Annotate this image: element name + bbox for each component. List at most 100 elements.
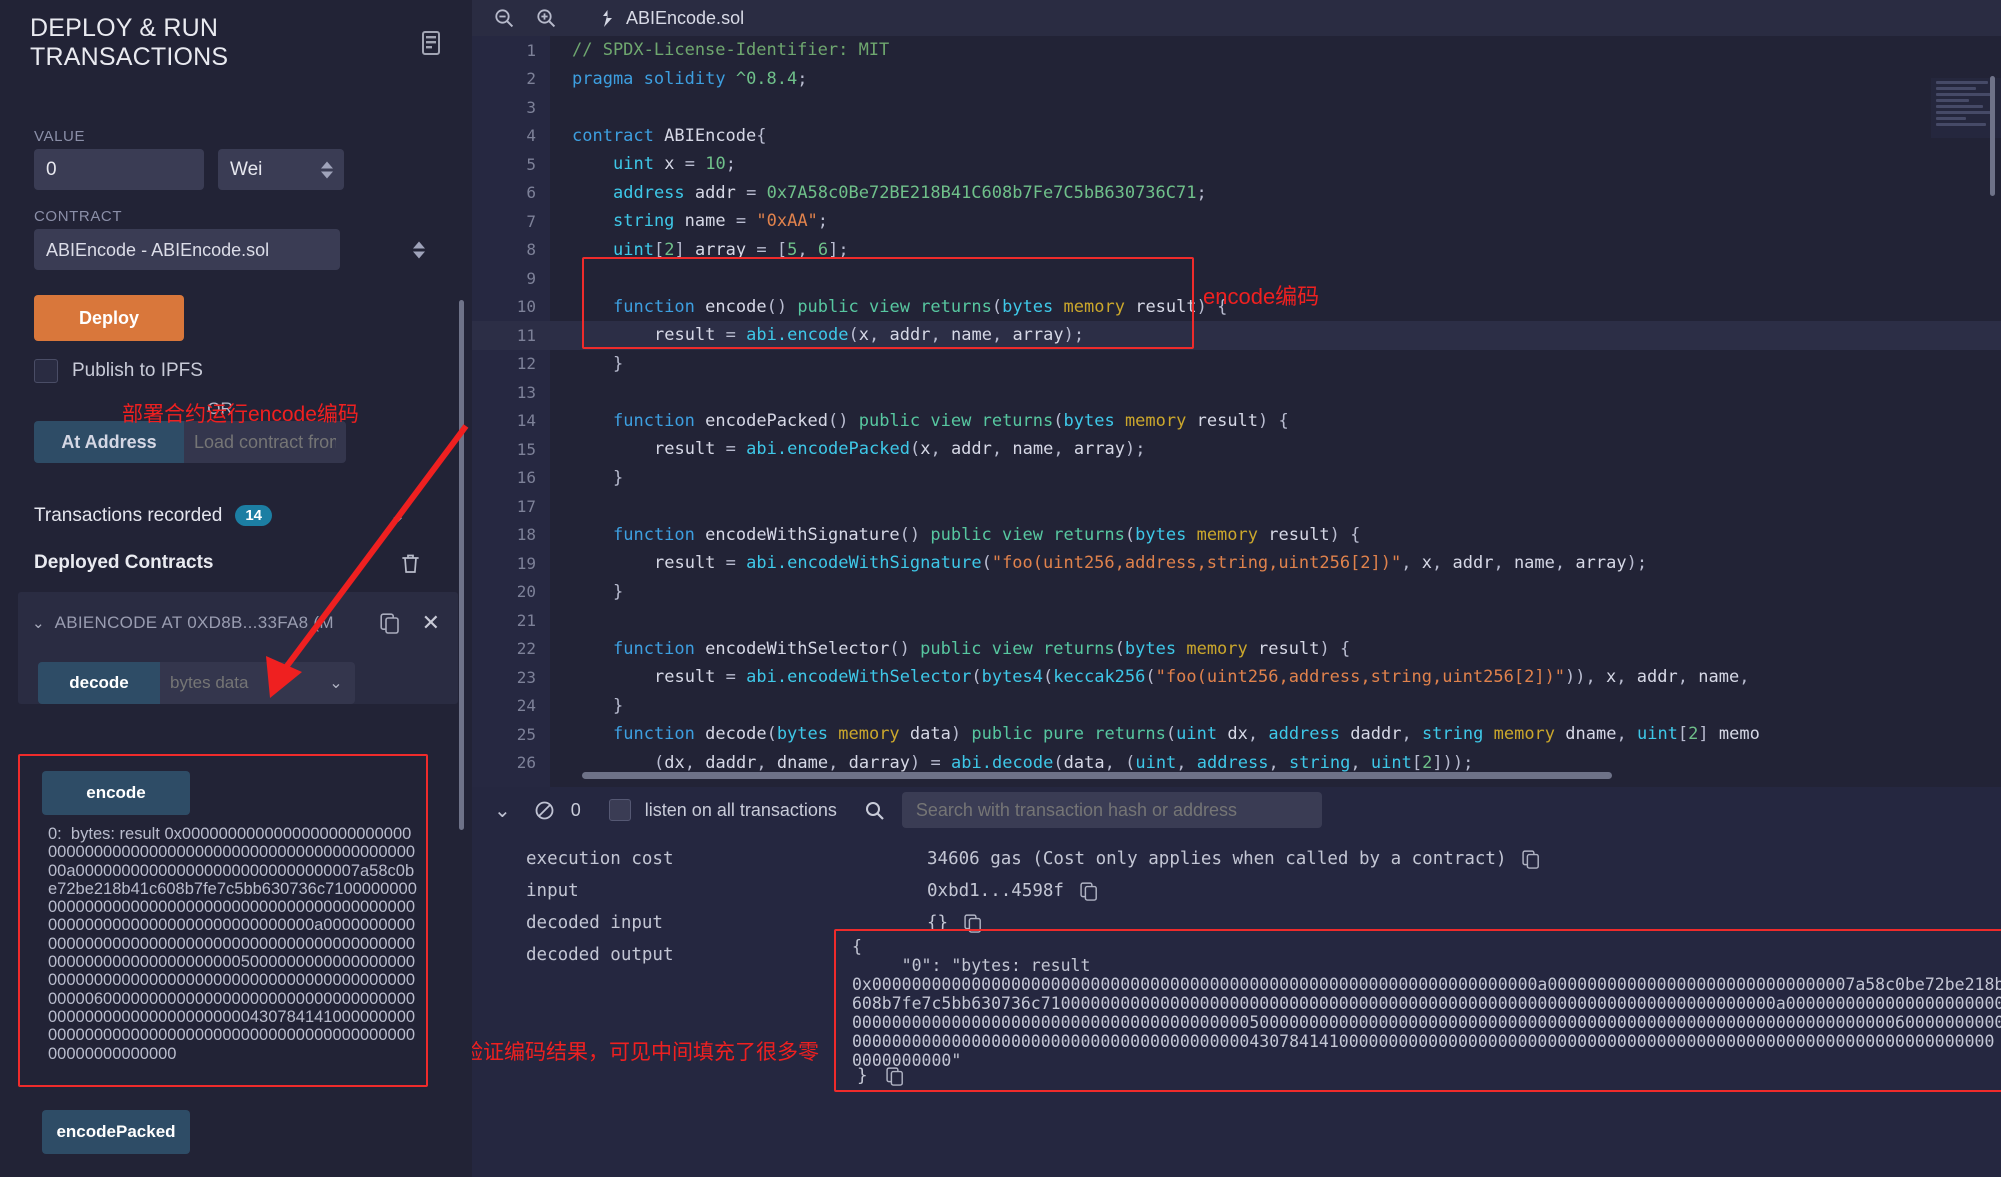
decode-button[interactable]: decode bbox=[38, 662, 160, 704]
code-line[interactable]: 25 function decode(bytes memory data) pu… bbox=[472, 720, 2001, 749]
transaction-detail-row: input0xbd1...4598f bbox=[472, 875, 2001, 907]
line-number: 10 bbox=[472, 297, 550, 316]
listen-all-transactions-checkbox[interactable] bbox=[609, 799, 631, 821]
line-text: } bbox=[550, 468, 623, 488]
value-label: VALUE bbox=[0, 128, 472, 149]
copy-icon[interactable] bbox=[1080, 882, 1098, 901]
editor-horizontal-scrollbar[interactable] bbox=[582, 772, 1612, 779]
code-line[interactable]: 3 bbox=[472, 93, 2001, 122]
line-text: } bbox=[550, 582, 623, 602]
code-line[interactable]: 21 bbox=[472, 606, 2001, 635]
line-text: (dx, daddr, dname, darray) = abi.decode(… bbox=[550, 753, 1473, 773]
code-line[interactable]: 9 bbox=[472, 264, 2001, 293]
tab-abiencode-sol[interactable]: ABIEncode.sol bbox=[600, 8, 744, 29]
publish-ipfs-row[interactable]: Publish to IPFS bbox=[34, 359, 472, 383]
tab-label: ABIEncode.sol bbox=[626, 8, 744, 29]
code-editor[interactable]: 1// SPDX-License-Identifier: MIT2pragma … bbox=[472, 36, 2001, 787]
copy-icon[interactable] bbox=[964, 914, 982, 933]
code-line[interactable]: 22 function encodeWithSelector() public … bbox=[472, 635, 2001, 664]
chevron-down-icon[interactable]: ⌄ bbox=[317, 662, 355, 704]
chevron-double-down-icon[interactable]: ⌄ bbox=[494, 798, 511, 823]
code-line[interactable]: 17 bbox=[472, 492, 2001, 521]
copy-icon[interactable] bbox=[886, 1067, 904, 1086]
code-line[interactable]: 14 function encodePacked() public view r… bbox=[472, 407, 2001, 436]
code-line[interactable]: 11 result = abi.encode(x, addr, name, ar… bbox=[472, 321, 2001, 350]
code-line[interactable]: 8 uint[2] array = [5, 6]; bbox=[472, 236, 2001, 265]
code-line[interactable]: 13 bbox=[472, 378, 2001, 407]
deploy-button[interactable]: Deploy bbox=[34, 295, 184, 341]
encode-packed-button[interactable]: encodePacked bbox=[42, 1110, 190, 1154]
code-line[interactable]: 5 uint x = 10; bbox=[472, 150, 2001, 179]
deployed-contracts-label: Deployed Contracts bbox=[34, 552, 213, 574]
line-text: uint[2] array = [5, 6]; bbox=[550, 240, 849, 260]
code-line[interactable]: 1// SPDX-License-Identifier: MIT bbox=[472, 36, 2001, 65]
code-line[interactable]: 7 string name = "0xAA"; bbox=[472, 207, 2001, 236]
code-lines[interactable]: 1// SPDX-License-Identifier: MIT2pragma … bbox=[472, 36, 2001, 787]
transaction-search-input[interactable] bbox=[902, 792, 1322, 828]
no-entry-icon[interactable] bbox=[535, 801, 554, 820]
code-line[interactable]: 4contract ABIEncode{ bbox=[472, 122, 2001, 151]
close-icon[interactable]: ✕ bbox=[422, 610, 440, 636]
line-text: uint x = 10; bbox=[550, 154, 736, 174]
line-number: 9 bbox=[472, 269, 550, 288]
error-count: 0 bbox=[571, 800, 581, 821]
code-line[interactable]: 18 function encodeWithSignature() public… bbox=[472, 521, 2001, 550]
line-text: // SPDX-License-Identifier: MIT bbox=[550, 40, 889, 60]
code-line[interactable]: 6 address addr = 0x7A58c0Be72BE218B41C60… bbox=[472, 179, 2001, 208]
trash-icon[interactable] bbox=[401, 553, 420, 574]
code-line[interactable]: 19 result = abi.encodeWithSignature("foo… bbox=[472, 549, 2001, 578]
zoom-in-icon[interactable] bbox=[536, 8, 556, 28]
editor-vertical-scrollbar[interactable] bbox=[1990, 76, 1995, 196]
decoded-output-close-brace: } bbox=[857, 1066, 868, 1086]
contract-select[interactable]: ABIEncode - ABIEncode.sol bbox=[34, 229, 340, 270]
line-number: 20 bbox=[472, 582, 550, 601]
line-number: 24 bbox=[472, 696, 550, 715]
search-icon[interactable] bbox=[865, 801, 884, 820]
line-text: } bbox=[550, 354, 623, 374]
code-line[interactable]: 24 } bbox=[472, 692, 2001, 721]
copy-icon[interactable] bbox=[1522, 850, 1540, 869]
code-line[interactable]: 16 } bbox=[472, 464, 2001, 493]
chevron-down-icon[interactable]: ⌄ bbox=[389, 503, 406, 528]
value-unit-select[interactable]: Wei bbox=[218, 149, 344, 190]
code-line[interactable]: 12 } bbox=[472, 350, 2001, 379]
line-number: 19 bbox=[472, 554, 550, 573]
line-number: 11 bbox=[472, 326, 550, 345]
at-address-button[interactable]: At Address bbox=[34, 421, 184, 463]
code-line[interactable]: 20 } bbox=[472, 578, 2001, 607]
editor-tabbar: ABIEncode.sol bbox=[472, 0, 2001, 36]
at-address-input[interactable] bbox=[184, 421, 346, 463]
transaction-detail-row: execution cost34606 gas (Cost only appli… bbox=[472, 843, 2001, 875]
publish-ipfs-label: Publish to IPFS bbox=[72, 360, 203, 382]
code-line[interactable]: 2pragma solidity ^0.8.4; bbox=[472, 65, 2001, 94]
code-line[interactable]: 23 result = abi.encodeWithSelector(bytes… bbox=[472, 663, 2001, 692]
chevron-down-icon[interactable]: ⌄ bbox=[32, 614, 45, 632]
code-line[interactable]: 10 function encode() public view returns… bbox=[472, 293, 2001, 322]
zoom-out-icon[interactable] bbox=[494, 8, 514, 28]
line-number: 14 bbox=[472, 411, 550, 430]
detail-key: execution cost bbox=[472, 849, 927, 869]
copy-icon[interactable] bbox=[380, 613, 400, 634]
sidebar-scrollbar[interactable] bbox=[459, 300, 464, 830]
detail-key: input bbox=[472, 881, 927, 901]
code-line[interactable]: 15 result = abi.encodePacked(x, addr, na… bbox=[472, 435, 2001, 464]
line-text: function encodePacked() public view retu… bbox=[550, 411, 1289, 431]
panel-icon[interactable] bbox=[420, 31, 442, 55]
value-input[interactable] bbox=[34, 149, 204, 190]
line-number: 13 bbox=[472, 383, 550, 402]
publish-ipfs-checkbox[interactable] bbox=[34, 359, 58, 383]
deployed-contract-card: ⌄ ABIENCODE AT 0XD8B...33FA8 (M ✕ decode… bbox=[18, 592, 458, 704]
line-number: 18 bbox=[472, 525, 550, 544]
transactions-recorded-label: Transactions recorded bbox=[34, 505, 222, 527]
encode-button[interactable]: encode bbox=[42, 771, 190, 815]
main-area: ABIEncode.sol 1// SPDX-License-Identifie… bbox=[472, 0, 2001, 1177]
line-text: contract ABIEncode{ bbox=[550, 126, 767, 146]
sidebar-header: DEPLOY & RUN TRANSACTIONS bbox=[0, 0, 472, 72]
deployed-contract-header[interactable]: ⌄ ABIENCODE AT 0XD8B...33FA8 (M ✕ bbox=[18, 604, 458, 652]
line-text: result = abi.encodeWithSignature("foo(ui… bbox=[550, 553, 1647, 573]
decode-input[interactable] bbox=[160, 662, 317, 704]
line-number: 23 bbox=[472, 668, 550, 687]
transactions-recorded-row[interactable]: Transactions recorded 14 ⌄ bbox=[34, 503, 434, 528]
contract-label: CONTRACT bbox=[0, 208, 472, 229]
transaction-detail-row: decoded input{} bbox=[472, 907, 2001, 939]
